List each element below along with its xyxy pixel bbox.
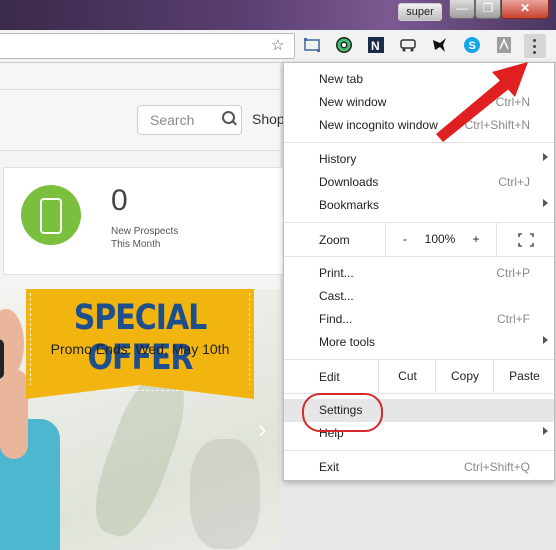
search-placeholder: Search [150,112,195,128]
menu-item-print[interactable]: Print... Ctrl+P [284,262,554,285]
page-top-strip [0,63,280,90]
submenu-arrow-icon [543,336,548,344]
menu-item-new-window[interactable]: New window Ctrl+N [284,91,554,114]
menu-row-zoom: Zoom - 100% + [284,223,554,256]
prospects-label-line1: New Prospects [111,226,179,237]
color-wheel-icon[interactable] [335,36,353,54]
menu-row-edit: Edit Cut Copy Paste [284,360,554,393]
menu-item-find[interactable]: Find... Ctrl+F [284,308,554,331]
menu-item-history[interactable]: History [284,148,554,171]
menu-label: New tab [319,72,364,86]
menu-item-more-tools[interactable]: More tools [284,331,554,354]
copy-button[interactable]: Copy [435,360,494,393]
star-icon[interactable]: ☆ [271,36,284,54]
menu-item-new-incognito[interactable]: New incognito window Ctrl+Shift+N [284,114,554,137]
menu-shortcut: Ctrl+J [498,175,530,189]
pdf-icon[interactable] [495,36,513,54]
menu-shortcut: Ctrl+F [497,312,530,326]
menu-label: More tools [319,335,376,349]
menu-item-bookmarks[interactable]: Bookmarks [284,194,554,217]
bird-icon[interactable] [431,36,449,54]
submenu-arrow-icon [543,199,548,207]
skype-icon[interactable]: S [463,36,481,54]
menu-label: Zoom [319,233,350,247]
svg-text:S: S [469,40,476,52]
profile-badge[interactable]: super [398,3,442,21]
browser-toolbar: ☆ N S [0,30,556,63]
web-page: Search Shop 0 New Prospects This Month S… [0,63,285,550]
menu-label: Find... [319,312,353,326]
menu-label: New incognito window [319,118,438,132]
menu-label: Cast... [319,289,354,303]
menu-item-exit[interactable]: Exit Ctrl+Shift+Q [284,456,554,479]
menu-label: Exit [319,460,340,474]
carousel-next-icon[interactable]: › [258,414,267,445]
prospects-card: 0 New Prospects This Month [3,167,285,275]
submenu-arrow-icon [543,427,548,435]
settings-highlight-circle [302,393,383,432]
minimize-button[interactable]: — [449,0,475,19]
offer-title: SPECIAL OFFER [73,297,208,379]
menu-shortcut: Ctrl+Shift+N [464,118,530,132]
zoom-level: 100% [424,232,456,246]
menu-label: History [319,152,357,166]
promo-banner[interactable]: SPECIAL OFFER Promo Ends: Wed, May 10th … [0,289,280,550]
menu-label: Edit [319,370,340,384]
address-bar[interactable]: ☆ [0,33,295,59]
menu-item-cast[interactable]: Cast... [284,285,554,308]
offer-subtitle: Promo Ends: Wed, May 10th [50,341,230,357]
prospects-count: 0 [111,184,128,217]
menu-label: New window [319,95,387,109]
zoom-in-button[interactable]: + [457,223,495,256]
cast-icon[interactable] [303,36,321,54]
n-extension-icon[interactable]: N [367,36,385,54]
shop-link[interactable]: Shop [252,111,285,127]
paste-button[interactable]: Paste [493,360,555,393]
cut-button[interactable]: Cut [378,360,436,393]
menu-shortcut: Ctrl+Shift+Q [463,460,530,474]
close-button[interactable]: ✕ [501,0,549,19]
menu-shortcut: Ctrl+P [496,266,530,280]
menu-item-downloads[interactable]: Downloads Ctrl+J [284,171,554,194]
menu-shortcut: Ctrl+N [495,95,530,109]
fullscreen-icon[interactable] [496,223,555,256]
menu-label: Bookmarks [319,198,380,212]
prospects-label: New Prospects This Month [111,225,178,251]
special-offer-ribbon: SPECIAL OFFER Promo Ends: Wed, May 10th [26,289,254,399]
submenu-arrow-icon [543,153,548,161]
three-dots-icon[interactable] [524,34,546,58]
search-input[interactable]: Search [137,105,242,135]
svg-text:N: N [371,39,380,53]
search-icon[interactable] [222,111,235,124]
window-titlebar: super — ❐ ✕ [0,0,556,30]
prospects-label-line2: This Month [111,239,161,250]
zoom-out-button[interactable]: - [385,223,424,256]
bus-icon[interactable] [399,36,417,54]
maximize-button[interactable]: ❐ [475,0,501,19]
menu-item-new-tab[interactable]: New tab [284,68,554,91]
menu-label: Print... [319,266,354,280]
prospect-icon [21,185,81,245]
menu-label: Downloads [319,175,379,189]
